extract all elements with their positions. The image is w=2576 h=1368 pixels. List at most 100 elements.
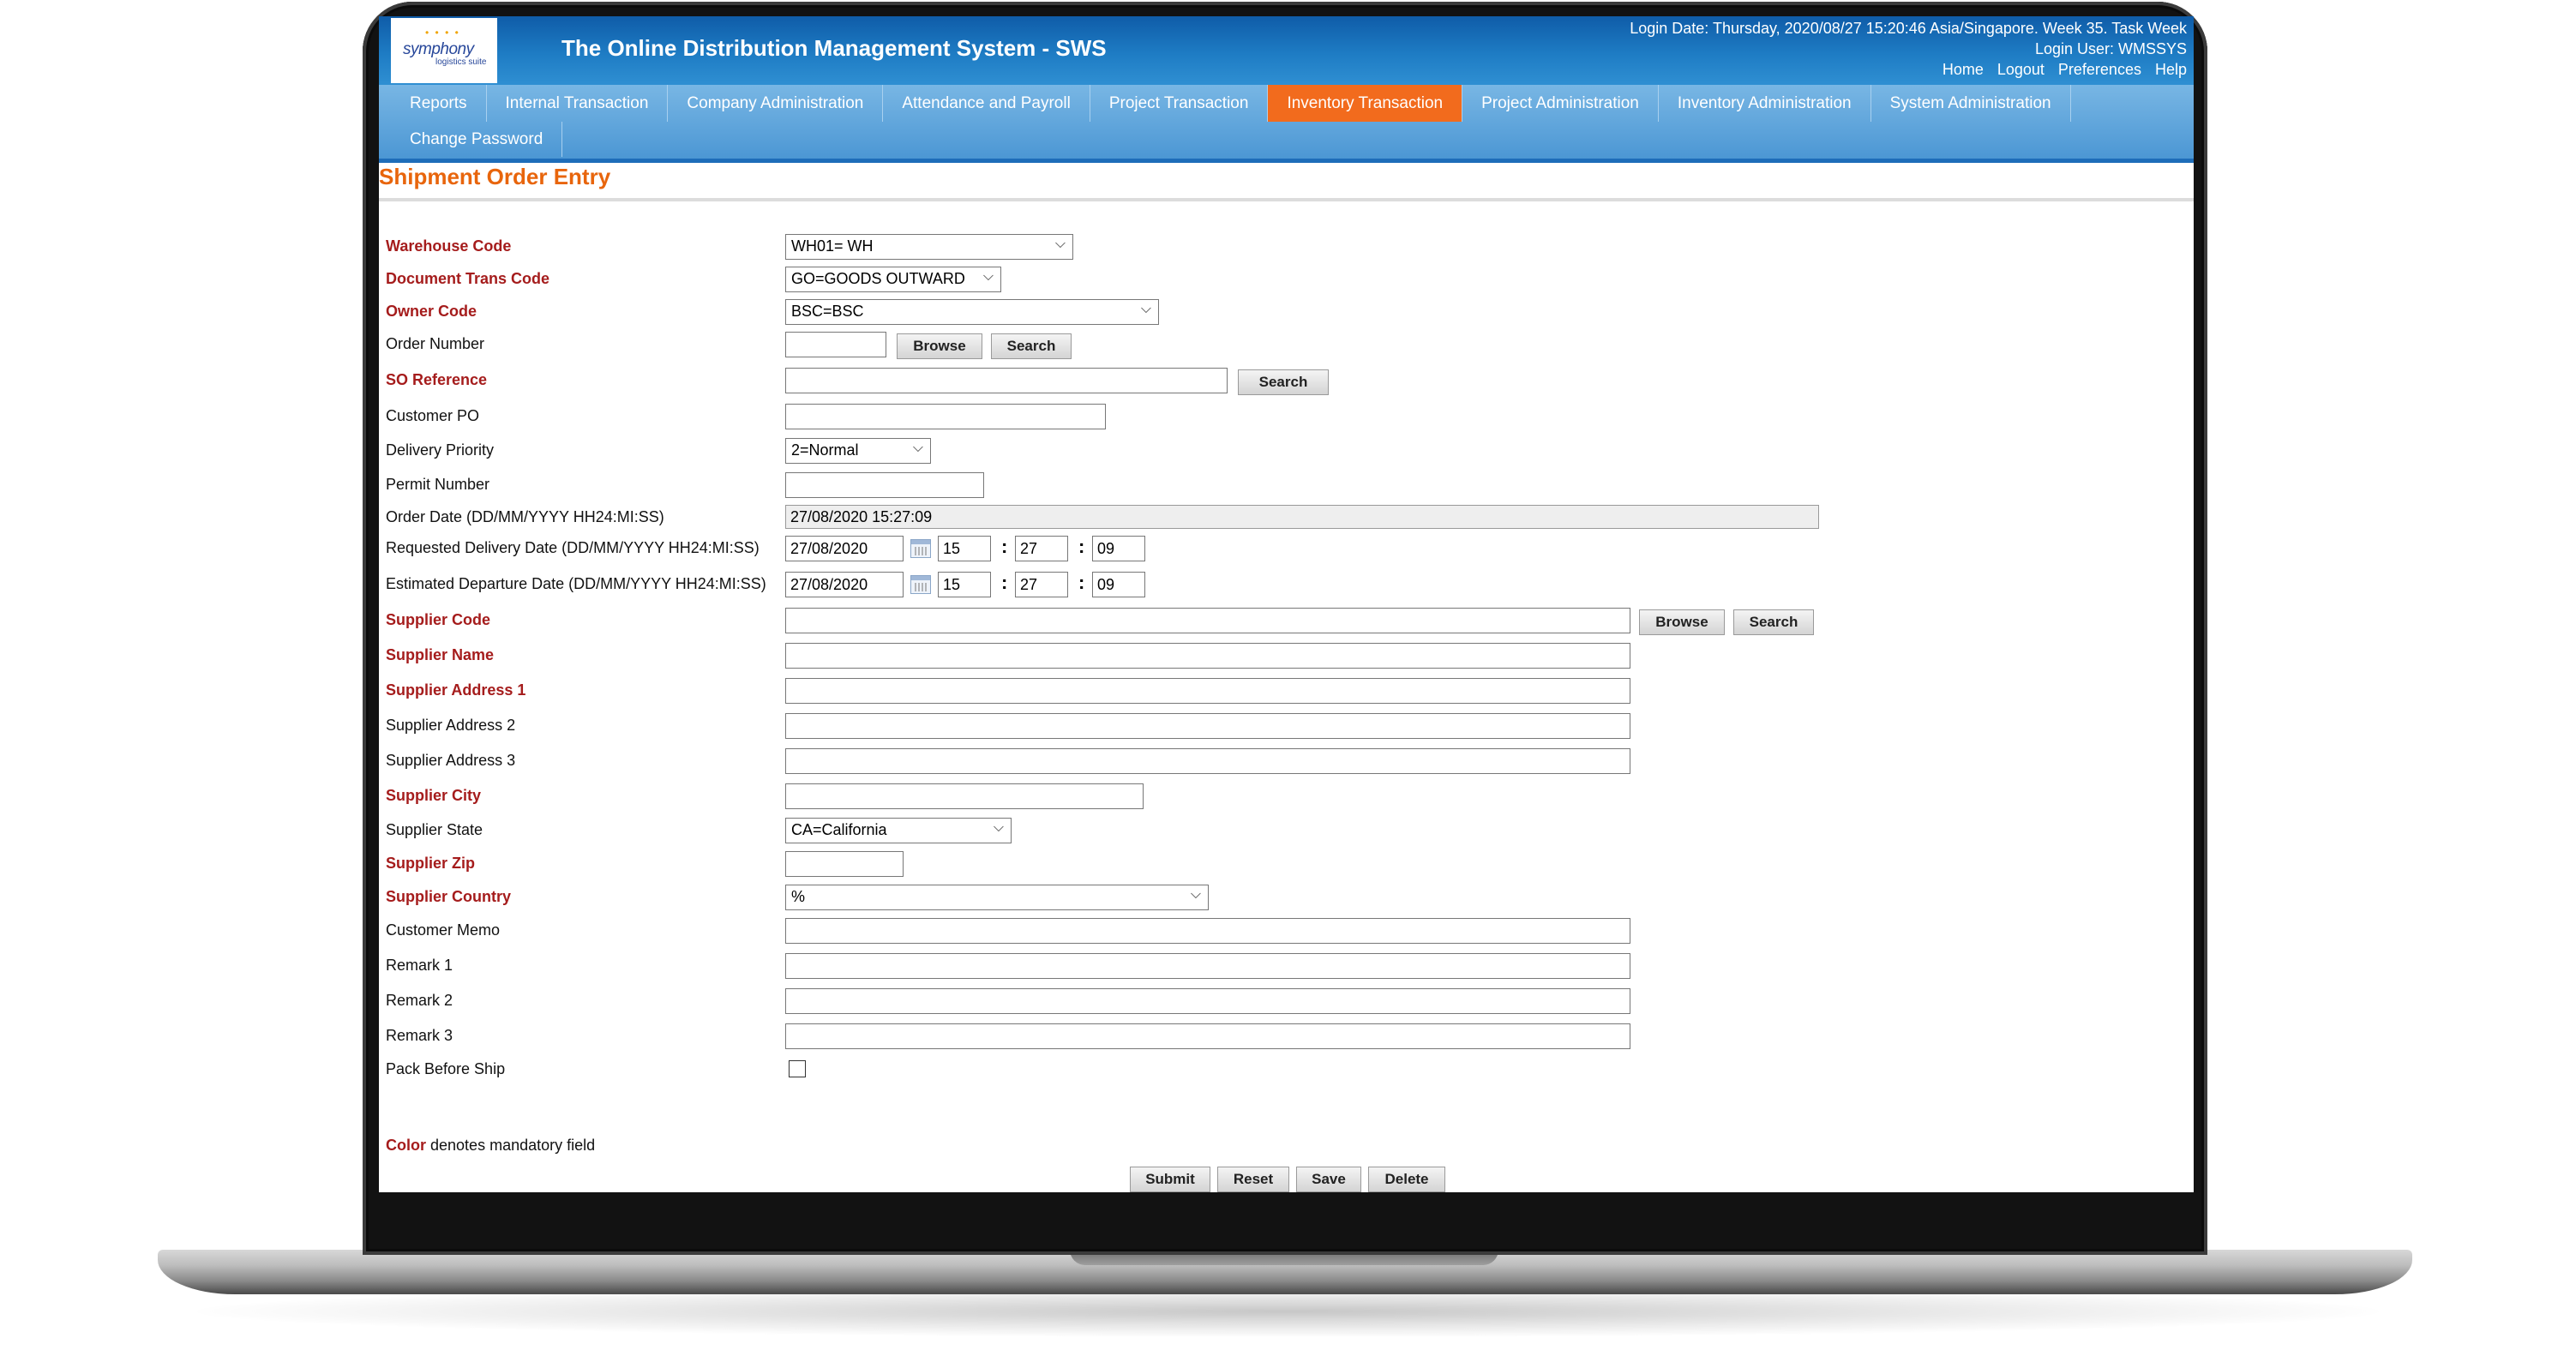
remark-1-label: Remark 1 [386,957,453,974]
supplier-country-select[interactable]: % ⌵ [785,885,1209,910]
warehouse-code-value: WH01= WH [791,237,874,255]
supplier-address-1-input[interactable] [785,678,1630,704]
nav-inventory-transaction[interactable]: Inventory Transaction [1268,85,1463,122]
legend-text: denotes mandatory field [430,1137,596,1154]
help-link[interactable]: Help [2155,59,2187,80]
nav-company-administration[interactable]: Company Administration [668,85,884,122]
owner-code-select[interactable]: BSC=BSC ⌵ [785,299,1159,325]
so-reference-search-button[interactable]: Search [1238,369,1329,395]
nav-internal-transaction[interactable]: Internal Transaction [487,85,669,122]
customer-po-input[interactable] [785,404,1106,429]
document-trans-code-select[interactable]: GO=GOODS OUTWARD ⌵ [785,267,1001,292]
chevron-down-icon: ⌵ [993,820,1004,835]
remark-3-input[interactable] [785,1023,1630,1049]
estimated-departure-date-input[interactable] [785,572,904,597]
supplier-state-label: Supplier State [386,821,483,838]
login-user: Login User: WMSSYS [2034,40,2187,57]
supplier-address-2-label: Supplier Address 2 [386,717,516,734]
nav-project-administration[interactable]: Project Administration [1462,85,1659,122]
nav-project-transaction[interactable]: Project Transaction [1090,85,1269,122]
legend-color-word: Color [386,1137,426,1154]
nav-change-password[interactable]: Change Password [391,122,563,157]
permit-number-input[interactable] [785,472,984,498]
time-separator: : [1078,536,1085,557]
preferences-link[interactable]: Preferences [2058,59,2141,80]
order-number-browse-button[interactable]: Browse [897,333,982,359]
company-logo[interactable]: • • • • symphony logistics suite [391,18,497,83]
logout-link[interactable]: Logout [1997,59,2045,80]
main-nav: Reports Internal Transaction Company Adm… [379,85,2194,163]
so-reference-label: SO Reference [386,371,488,388]
requested-delivery-date-input[interactable] [785,536,904,561]
estimated-departure-date-label: Estimated Departure Date (DD/MM/YYYY HH2… [386,575,766,592]
chevron-down-icon: ⌵ [1140,302,1151,316]
remark-1-input[interactable] [785,953,1630,979]
page-title: Shipment Order Entry [379,164,611,189]
supplier-state-select[interactable]: CA=California ⌵ [785,818,1012,843]
supplier-code-browse-button[interactable]: Browse [1639,609,1725,635]
time-separator: : [1078,572,1085,593]
order-number-search-button[interactable]: Search [991,333,1072,359]
warehouse-code-label: Warehouse Code [386,237,512,255]
reset-button[interactable]: Reset [1217,1167,1289,1192]
delivery-priority-select[interactable]: 2=Normal ⌵ [785,438,931,464]
supplier-name-input[interactable] [785,643,1630,669]
nav-system-administration[interactable]: System Administration [1871,85,2071,122]
header-links: Home Logout Preferences Help [1630,59,2187,80]
nav-row-2: Change Password [391,122,563,157]
permit-number-label: Permit Number [386,476,490,493]
chevron-down-icon: ⌵ [1054,237,1066,251]
time-separator: : [1001,536,1008,557]
calendar-icon[interactable] [910,575,931,594]
supplier-address-3-label: Supplier Address 3 [386,752,516,769]
supplier-zip-label: Supplier Zip [386,855,476,872]
nav-inventory-administration[interactable]: Inventory Administration [1659,85,1871,122]
logo-dots-icon: • • • • [425,27,460,39]
supplier-address-1-label: Supplier Address 1 [386,681,526,699]
estimated-departure-second-input[interactable] [1092,572,1145,597]
supplier-country-label: Supplier Country [386,888,512,905]
requested-delivery-minute-input[interactable] [1015,536,1068,561]
save-button[interactable]: Save [1296,1167,1361,1192]
requested-delivery-hour-input[interactable] [938,536,991,561]
supplier-code-search-button[interactable]: Search [1733,609,1814,635]
supplier-state-value: CA=California [791,821,887,838]
login-info: Login Date: Thursday, 2020/08/27 15:20:4… [1630,18,2187,80]
customer-memo-input[interactable] [785,918,1630,944]
home-link[interactable]: Home [1943,59,1984,80]
supplier-address-2-input[interactable] [785,713,1630,739]
supplier-code-input[interactable] [785,608,1630,633]
delete-button[interactable]: Delete [1368,1167,1445,1192]
order-number-input[interactable] [785,332,886,357]
login-date: Login Date: Thursday, 2020/08/27 15:20:4… [1630,20,2187,37]
logo-subtext: logistics suite [435,57,487,67]
so-reference-input[interactable] [785,368,1228,393]
supplier-code-label: Supplier Code [386,611,491,628]
submit-button[interactable]: Submit [1130,1167,1210,1192]
order-number-label: Order Number [386,335,485,352]
estimated-departure-minute-input[interactable] [1015,572,1068,597]
estimated-departure-hour-input[interactable] [938,572,991,597]
customer-memo-label: Customer Memo [386,921,501,939]
calendar-icon[interactable] [910,539,931,558]
app-header: • • • • symphony logistics suite The Onl… [379,16,2194,85]
owner-code-label: Owner Code [386,303,477,320]
screen: • • • • symphony logistics suite The Onl… [379,16,2194,1192]
warehouse-code-select[interactable]: WH01= WH ⌵ [785,234,1073,260]
supplier-zip-input[interactable] [785,851,904,877]
chevron-down-icon: ⌵ [1190,887,1201,902]
nav-row-1: Reports Internal Transaction Company Adm… [391,85,2071,122]
logo-text: symphony [403,40,474,58]
supplier-address-3-input[interactable] [785,748,1630,774]
mandatory-legend: Color denotes mandatory field [386,1137,595,1155]
nav-attendance-and-payroll[interactable]: Attendance and Payroll [883,85,1090,122]
supplier-city-input[interactable] [785,783,1144,809]
requested-delivery-second-input[interactable] [1092,536,1145,561]
pack-before-ship-checkbox[interactable] [789,1060,806,1077]
customer-po-label: Customer PO [386,407,480,424]
delivery-priority-value: 2=Normal [791,441,859,459]
nav-reports[interactable]: Reports [391,85,487,122]
delivery-priority-label: Delivery Priority [386,441,495,459]
order-date-label: Order Date (DD/MM/YYYY HH24:MI:SS) [386,508,664,525]
remark-2-input[interactable] [785,988,1630,1014]
